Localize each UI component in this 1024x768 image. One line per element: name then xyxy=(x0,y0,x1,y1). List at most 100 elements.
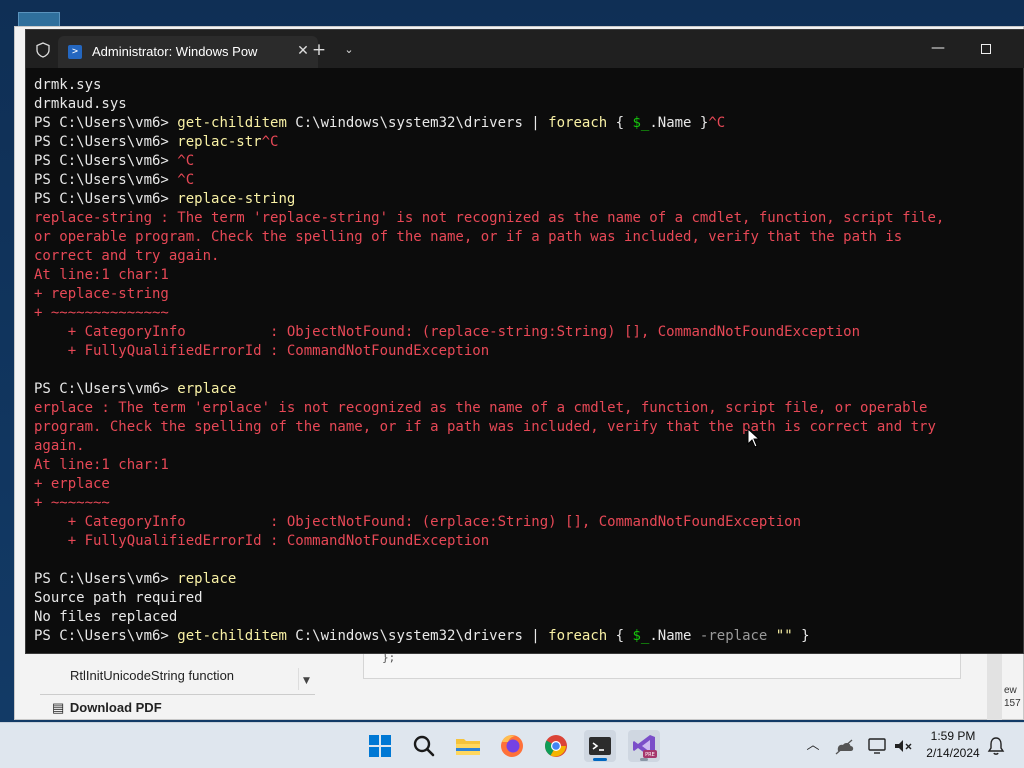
show-hidden-icons-chevron-icon[interactable]: ︿ xyxy=(802,735,824,757)
console-text-segment: PS C:\Users\vm6> xyxy=(34,191,178,207)
minimize-button[interactable]: — xyxy=(924,38,952,60)
console-text-segment: } xyxy=(792,628,810,644)
maximize-button[interactable] xyxy=(972,38,1000,60)
console-text-segment: ^C xyxy=(708,115,726,131)
running-indicator xyxy=(593,758,607,761)
tab-windows-powershell[interactable]: > Administrator: Windows PowerShell ✕ xyxy=(58,36,318,68)
console-text-segment: drmkaud.sys xyxy=(34,96,127,112)
powershell-icon: > xyxy=(68,45,82,59)
firefox-icon xyxy=(501,735,523,757)
console-text-segment: .Name xyxy=(649,628,700,644)
console-text-segment: $_ xyxy=(632,115,650,131)
console-text-segment: drmk.sys xyxy=(34,77,102,93)
download-pdf-link[interactable]: ▤ Download PDF xyxy=(40,694,315,720)
right-text-1: ew xyxy=(1004,685,1017,696)
file-explorer-button[interactable] xyxy=(452,730,484,762)
start-button[interactable] xyxy=(364,730,396,762)
console-line: drmkaud.sys xyxy=(34,95,1020,114)
console-text-segment: erplace : The term 'erplace' is not reco… xyxy=(34,400,928,416)
console-text-segment: + ~~~~~~~~~~~~~~ xyxy=(34,305,169,321)
background-right-text: ew 157 xyxy=(1004,684,1021,710)
chrome-button[interactable] xyxy=(540,730,572,762)
console-text-segment: replace-string xyxy=(177,191,296,207)
console-text-segment: + replace-string xyxy=(34,286,169,302)
background-scrollbar[interactable] xyxy=(987,652,1002,720)
taskbar: PRE ︿ 1:59 PM 2/14/2024 xyxy=(0,722,1024,768)
console-text-segment: ^C xyxy=(177,172,195,188)
console-line: erplace : The term 'erplace' is not reco… xyxy=(34,399,1020,418)
firefox-button[interactable] xyxy=(496,730,528,762)
console-text-segment: + FullyQualifiedErrorId : CommandNotFoun… xyxy=(34,343,490,359)
console-text-segment: "" xyxy=(775,628,793,644)
right-text-2: 157 xyxy=(1004,698,1021,709)
network-icon[interactable] xyxy=(866,735,888,757)
console-line: again. xyxy=(34,437,1020,456)
console-text-segment: or operable program. Check the spelling … xyxy=(34,229,903,245)
console-line: replace-string : The term 'replace-strin… xyxy=(34,209,1020,228)
console-line: or operable program. Check the spelling … xyxy=(34,228,1020,247)
notification-bell-icon[interactable] xyxy=(986,735,1006,757)
terminal-taskbar-button[interactable] xyxy=(584,730,616,762)
clock-time[interactable]: 1:59 PM xyxy=(920,729,986,743)
sidebar-item-rtlinitunicodestring[interactable]: RtlInitUnicodeString function xyxy=(70,668,234,683)
console-text-segment: { xyxy=(607,628,633,644)
shield-icon xyxy=(36,42,50,58)
console-text-segment: PS C:\Users\vm6> xyxy=(34,115,178,131)
console-text-segment: replace xyxy=(177,571,237,587)
console-line: PS C:\Users\vm6> erplace xyxy=(34,380,1020,399)
console-text-segment: .Name } xyxy=(649,115,709,131)
running-indicator xyxy=(640,758,648,761)
console-text-segment: erplace xyxy=(177,381,237,397)
console-text-segment: foreach xyxy=(548,115,608,131)
console-text-segment: replac-str xyxy=(177,134,262,150)
clock-date[interactable]: 2/14/2024 xyxy=(920,746,986,760)
volume-muted-icon[interactable] xyxy=(892,735,914,757)
chevron-down-icon[interactable]: ⌄ xyxy=(338,40,360,60)
console-line: At line:1 char:1 xyxy=(34,266,1020,285)
console-text-segment: ^C xyxy=(261,134,279,150)
console-line: + replace-string xyxy=(34,285,1020,304)
console-line: + ~~~~~~~ xyxy=(34,494,1020,513)
console-line: + erplace xyxy=(34,475,1020,494)
console-text-segment: program. Check the spelling of the name,… xyxy=(34,419,936,435)
console-text-segment: + erplace xyxy=(34,476,110,492)
console-line: PS C:\Users\vm6> get-childitem C:\window… xyxy=(34,627,1020,646)
new-tab-button[interactable]: + xyxy=(308,40,330,60)
console-text-segment: PS C:\Users\vm6> xyxy=(34,381,178,397)
console-line: PS C:\Users\vm6> ^C xyxy=(34,152,1020,171)
console-text-segment: get-childitem xyxy=(177,628,287,644)
console-line: + CategoryInfo : ObjectNotFound: (replac… xyxy=(34,323,1020,342)
console-output[interactable]: drmk.sys drmkaud.sys PS C:\Users\vm6> get-… xyxy=(34,76,1020,646)
console-line: PS C:\Users\vm6> replace-string xyxy=(34,190,1020,209)
console-line: PS C:\Users\vm6> get-childitem C:\window… xyxy=(34,114,1020,133)
terminal-titlebar[interactable]: > Administrator: Windows PowerShell ✕ + … xyxy=(26,30,1024,68)
scroll-down-arrow-icon[interactable]: ▼ xyxy=(298,668,314,690)
console-text-segment: { xyxy=(607,115,633,131)
console-text-segment: + ~~~~~~~ xyxy=(34,495,110,511)
console-text-segment: C:\windows\system32\drivers | xyxy=(286,115,549,131)
console-text-segment: again. xyxy=(34,438,85,454)
console-line: + FullyQualifiedErrorId : CommandNotFoun… xyxy=(34,342,1020,361)
console-text-segment: PS C:\Users\vm6> xyxy=(34,153,178,169)
console-text-segment: PS C:\Users\vm6> xyxy=(34,172,178,188)
console-text-segment: + CategoryInfo : ObjectNotFound: (replac… xyxy=(34,324,861,340)
console-line: No files replaced xyxy=(34,608,1020,627)
console-line: At line:1 char:1 xyxy=(34,456,1020,475)
console-text-segment: + CategoryInfo : ObjectNotFound: (erplac… xyxy=(34,514,802,530)
search-button[interactable] xyxy=(408,730,440,762)
windows-logo-icon xyxy=(369,735,391,757)
visual-studio-button[interactable]: PRE xyxy=(628,730,660,762)
console-line: + CategoryInfo : ObjectNotFound: (erplac… xyxy=(34,513,1020,532)
console-line: correct and try again. xyxy=(34,247,1020,266)
console-text-segment: correct and try again. xyxy=(34,248,220,264)
console-text-segment: PS C:\Users\vm6> xyxy=(34,134,178,150)
console-text-segment: -replace xyxy=(699,628,768,644)
console-text-segment: replace-string : The term 'replace-strin… xyxy=(34,210,945,226)
pdf-icon: ▤ xyxy=(52,700,65,715)
mouse-cursor-icon xyxy=(747,428,761,448)
search-icon xyxy=(413,735,435,757)
console-text-segment xyxy=(767,628,775,644)
onedrive-cloud-icon[interactable] xyxy=(832,735,856,757)
console-text-segment: foreach xyxy=(548,628,608,644)
